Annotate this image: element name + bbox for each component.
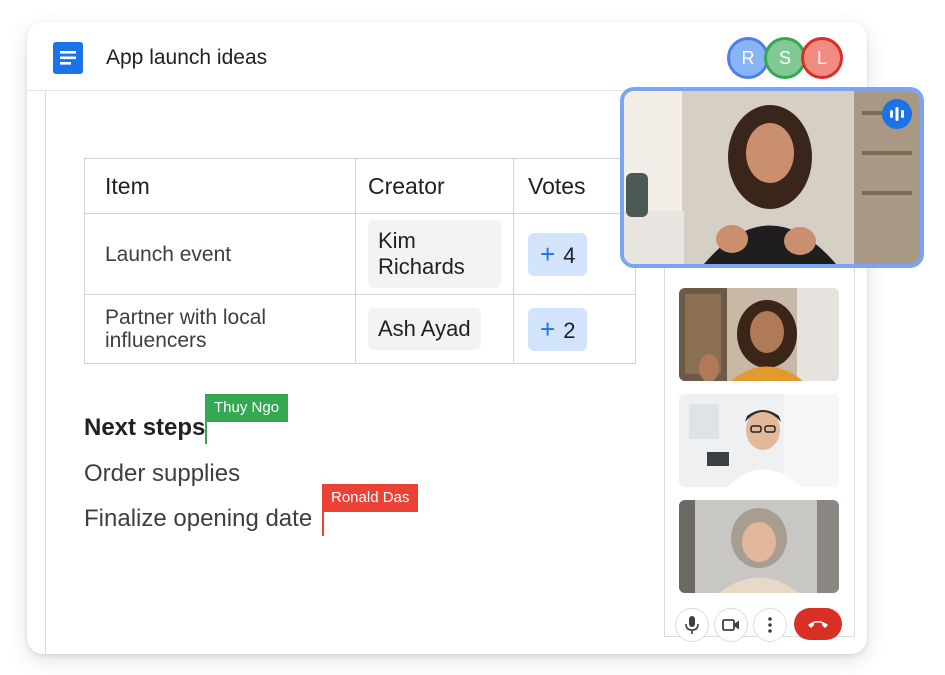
end-call-icon bbox=[808, 621, 828, 628]
collaborator-avatar[interactable]: R bbox=[727, 37, 769, 79]
collaborator-name-flag: Thuy Ngo bbox=[205, 394, 289, 422]
avatar-initial: R bbox=[741, 47, 755, 68]
speaker-video bbox=[624, 91, 920, 264]
avatar-initial: L bbox=[816, 47, 827, 68]
active-speaker-video[interactable] bbox=[620, 87, 924, 268]
person-chip[interactable]: Ash Ayad bbox=[368, 308, 481, 350]
plus-icon: + bbox=[540, 313, 556, 344]
participant-video bbox=[679, 288, 839, 381]
item-cell[interactable]: Launch event bbox=[84, 213, 356, 295]
call-controls bbox=[675, 608, 850, 642]
docs-icon[interactable] bbox=[53, 42, 83, 74]
microphone-icon bbox=[685, 616, 699, 634]
more-options-button[interactable] bbox=[753, 608, 787, 642]
participant-video bbox=[679, 394, 839, 487]
vote-button[interactable]: +4 bbox=[528, 232, 588, 276]
task-line[interactable]: Order supplies bbox=[84, 460, 240, 488]
plus-icon: + bbox=[540, 238, 556, 269]
participant-video-tile[interactable] bbox=[679, 288, 839, 381]
vote-button[interactable]: +2 bbox=[528, 307, 588, 351]
creator-cell: Kim Richards bbox=[355, 213, 514, 295]
votes-cell: +4 bbox=[513, 213, 636, 295]
item-cell[interactable]: Partner with local influencers bbox=[84, 294, 356, 364]
votes-cell: +2 bbox=[513, 294, 636, 364]
column-header: Votes bbox=[513, 158, 636, 214]
person-chip[interactable]: Kim Richards bbox=[368, 220, 501, 288]
table-header-row: Item Creator Votes bbox=[84, 158, 636, 214]
collaborator-avatar[interactable]: L bbox=[801, 37, 843, 79]
document-header: App launch ideas R S L bbox=[27, 22, 867, 91]
camera-icon bbox=[722, 619, 739, 631]
creator-cell: Ash Ayad bbox=[355, 294, 514, 364]
ideas-table: Item Creator Votes Launch event Kim Rich… bbox=[84, 158, 636, 364]
participant-video-tile[interactable] bbox=[679, 394, 839, 487]
task-line[interactable]: Finalize opening date bbox=[84, 505, 312, 533]
microphone-button[interactable] bbox=[675, 608, 709, 642]
document-title[interactable]: App launch ideas bbox=[106, 44, 267, 72]
table-row: Launch event Kim Richards +4 bbox=[84, 213, 636, 295]
participant-video-tile[interactable] bbox=[679, 500, 839, 593]
next-steps-heading[interactable]: Next steps bbox=[84, 414, 205, 442]
avatar-initial: S bbox=[778, 47, 791, 68]
page-margin-line bbox=[45, 90, 46, 654]
collaborator-name-flag: Ronald Das bbox=[322, 484, 419, 512]
column-header: Item bbox=[84, 158, 356, 214]
table-row: Partner with local influencers Ash Ayad … bbox=[84, 294, 636, 364]
audio-levels-icon bbox=[890, 107, 904, 121]
vote-count: 4 bbox=[563, 242, 576, 268]
column-header: Creator bbox=[355, 158, 514, 214]
more-vert-icon bbox=[768, 617, 772, 633]
speaking-indicator bbox=[882, 99, 912, 129]
vote-count: 2 bbox=[563, 317, 576, 343]
collaborator-cursor bbox=[322, 508, 324, 536]
collaborator-avatar[interactable]: S bbox=[764, 37, 806, 79]
end-call-button[interactable] bbox=[794, 608, 842, 640]
participant-video bbox=[679, 500, 839, 593]
meet-side-panel bbox=[664, 252, 855, 642]
camera-button[interactable] bbox=[714, 608, 748, 642]
